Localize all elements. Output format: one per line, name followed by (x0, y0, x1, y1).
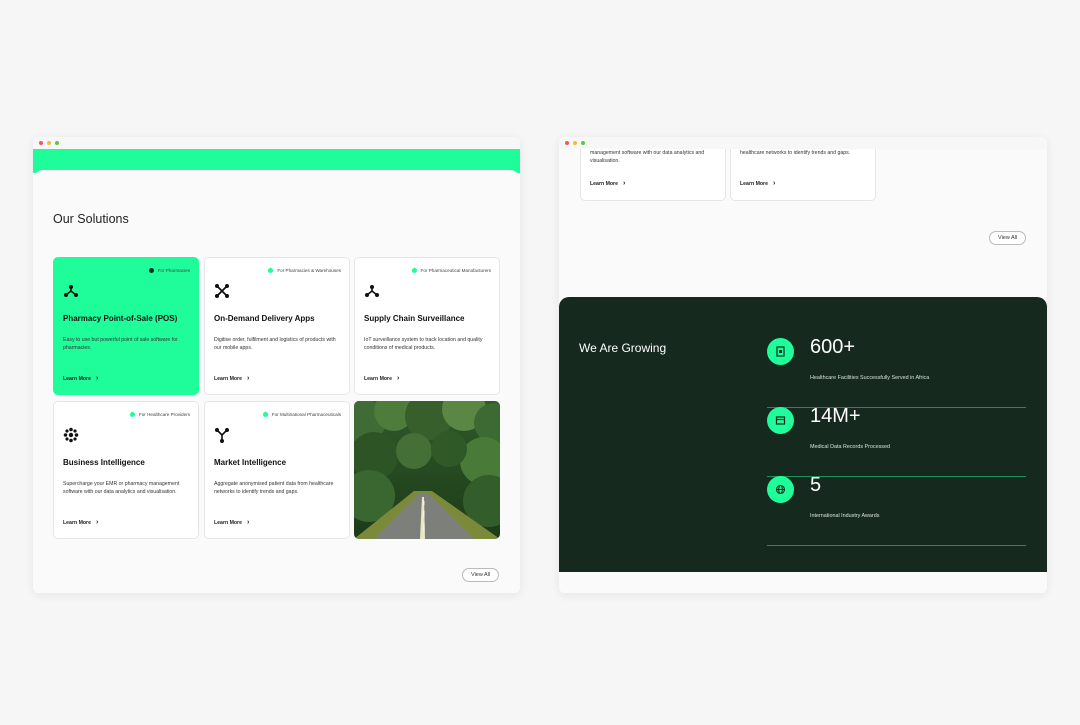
stat-value: 5 (810, 474, 822, 496)
close-dot[interactable] (565, 141, 569, 145)
tag-label: For Pharmaceutical Manufacturers (420, 268, 491, 273)
chevron-right-icon: › (622, 180, 626, 187)
card-description: Digitise order, fulfilment and logistics… (214, 337, 336, 351)
card-title: Market Intelligence (214, 458, 287, 467)
solution-card-delivery[interactable]: For Pharmacies & Warehouses On-Demand De… (204, 257, 350, 395)
solution-card-market-intelligence[interactable]: For Multinational Pharmaceuticals Market… (204, 401, 350, 539)
learn-more-label: Learn More (364, 375, 392, 382)
card-title: Business Intelligence (63, 458, 145, 467)
window-titlebar (33, 137, 520, 149)
solution-card-supply-chain[interactable]: For Pharmaceutical Manufacturers Supply … (354, 257, 500, 395)
learn-more-link[interactable]: Learn More › (214, 519, 249, 526)
chevron-right-icon: › (396, 375, 400, 382)
solution-card-partial[interactable]: healthcare networks to identify trends a… (730, 149, 876, 201)
tag-label: For Pharmacies & Warehouses (277, 268, 341, 273)
growth-window: management software with our data analyt… (559, 137, 1047, 593)
solution-card-partial[interactable]: management software with our data analyt… (580, 149, 726, 201)
learn-more-link[interactable]: Learn More › (740, 180, 775, 187)
cross-node-icon (215, 284, 229, 298)
card-title: Supply Chain Surveillance (364, 314, 465, 323)
stat-awards: 5 International Industry Awards (767, 474, 1026, 546)
solutions-window: Our Solutions For Pharmacies Pharmacy Po… (33, 137, 520, 593)
maximize-dot[interactable] (581, 141, 585, 145)
card-tag: For Healthcare Providers (129, 412, 190, 417)
chevron-right-icon: › (95, 519, 99, 526)
card-tag: For Multinational Pharmaceuticals (262, 412, 341, 417)
learn-more-label: Learn More (63, 375, 91, 382)
chevron-right-icon: › (772, 180, 776, 187)
growth-page: management software with our data analyt… (559, 149, 1047, 593)
card-description: Aggregate anonymised patient data from h… (214, 481, 334, 495)
stat-records: 14M+ Medical Data Records Processed (767, 405, 1026, 477)
growth-title: We Are Growing (579, 341, 667, 355)
card-description: Easy to use but powerful point of sale s… (63, 337, 178, 351)
stat-label: Healthcare Facilities Successfully Serve… (810, 375, 930, 381)
tag-label: For Multinational Pharmaceuticals (271, 412, 341, 417)
learn-more-label: Learn More (740, 180, 768, 187)
tri-node-icon (365, 285, 379, 297)
chevron-right-icon: › (246, 519, 250, 526)
globe-icon (767, 476, 794, 503)
tag-label: For Healthcare Providers (138, 412, 190, 417)
learn-more-link[interactable]: Learn More › (364, 375, 399, 382)
card-description: IoT surveillance system to track locatio… (364, 337, 483, 351)
database-icon (767, 407, 794, 434)
minimize-dot[interactable] (573, 141, 577, 145)
learn-more-link[interactable]: Learn More › (63, 519, 98, 526)
close-dot[interactable] (39, 141, 43, 145)
tag-label: For Pharmacies (157, 268, 190, 273)
solution-card-pos[interactable]: For Pharmacies Pharmacy Point-of-Sale (P… (53, 257, 199, 395)
chevron-right-icon: › (246, 375, 250, 382)
chevron-right-icon: › (95, 375, 99, 382)
learn-more-label: Learn More (63, 519, 91, 526)
card-tag: For Pharmaceutical Manufacturers (411, 268, 491, 273)
card-title: On-Demand Delivery Apps (214, 314, 315, 323)
forest-road-image (354, 401, 500, 539)
tag-dot (411, 268, 417, 273)
stat-label: Medical Data Records Processed (810, 444, 890, 450)
forest-road-image (881, 149, 1027, 201)
stat-facilities: 600+ Healthcare Facilities Successfully … (767, 336, 1026, 408)
tri-node-icon (64, 285, 78, 297)
card-tag: For Pharmacies & Warehouses (268, 268, 341, 273)
card-description: management software with our data analyt… (590, 150, 705, 164)
card-description: healthcare networks to identify trends a… (740, 150, 851, 156)
tag-dot (148, 268, 154, 273)
solutions-page: Our Solutions For Pharmacies Pharmacy Po… (33, 170, 520, 593)
growth-section: We Are Growing 600+ Healthcare Facilitie… (559, 297, 1047, 572)
view-all-button[interactable]: View All (989, 231, 1027, 245)
minimize-dot[interactable] (47, 141, 51, 145)
building-icon (767, 338, 794, 365)
view-all-button[interactable]: View All (462, 568, 500, 582)
learn-more-label: Learn More (214, 375, 242, 382)
stat-value: 14M+ (810, 405, 861, 427)
maximize-dot[interactable] (55, 141, 59, 145)
card-description: Supercharge your EMR or pharmacy managem… (63, 481, 180, 495)
section-title: Our Solutions (53, 212, 129, 226)
stat-value: 600+ (810, 336, 856, 358)
learn-more-label: Learn More (214, 519, 242, 526)
learn-more-link[interactable]: Learn More › (63, 375, 98, 382)
asterisk-flower-icon (63, 427, 79, 443)
tag-dot (129, 412, 135, 417)
learn-more-label: Learn More (590, 180, 618, 187)
y-node-icon (215, 428, 229, 443)
window-titlebar (559, 137, 1047, 149)
stat-label: International Industry Awards (810, 513, 880, 519)
tag-dot (268, 268, 274, 273)
card-title: Pharmacy Point-of-Sale (POS) (63, 314, 178, 323)
learn-more-link[interactable]: Learn More › (214, 375, 249, 382)
solution-card-business-intelligence[interactable]: For Healthcare Providers Business Intell… (53, 401, 199, 539)
tag-dot (262, 412, 268, 417)
card-tag: For Pharmacies (148, 268, 190, 273)
learn-more-link[interactable]: Learn More › (590, 180, 625, 187)
